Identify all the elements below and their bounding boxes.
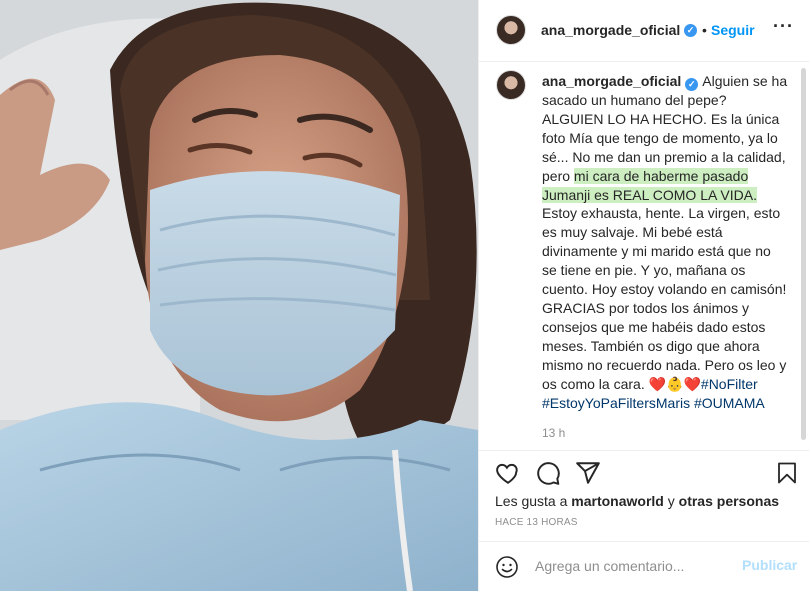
avatar[interactable] — [496, 15, 526, 45]
post-actions: Les gusta a martonaworld y otras persona… — [479, 450, 809, 590]
caption-highlight: mi cara de haberme pasado Jumanji es REA… — [542, 167, 757, 203]
heart-baby-emoji: ❤️👶❤️ — [648, 375, 701, 392]
caption-text: ana_morgade_oficial ✓ Alguien se ha sacado… — [542, 72, 788, 412]
bookmark-icon[interactable] — [775, 460, 799, 486]
comment-icon[interactable] — [535, 460, 561, 486]
verified-badge-icon: ✓ — [685, 78, 699, 91]
likes-others-link[interactable]: otras personas — [679, 493, 779, 509]
caption-timestamp[interactable]: 13 h — [542, 426, 565, 440]
separator-dot: • — [702, 22, 707, 38]
emoji-icon[interactable] — [495, 555, 519, 579]
more-options-icon[interactable]: ··· — [773, 16, 794, 37]
caption-area: ana_morgade_oficial ✓ Alguien se ha sacado… — [479, 62, 809, 450]
likes-mid: y — [663, 493, 679, 509]
header-username[interactable]: ana_morgade_oficial — [541, 22, 680, 38]
post-date[interactable]: HACE 13 HORAS — [495, 517, 578, 528]
comment-row: Publicar — [479, 541, 809, 591]
post-panel: ana_morgade_oficial ✓ • Seguir ··· ana_m… — [478, 0, 809, 591]
verified-badge-icon: ✓ — [684, 24, 697, 37]
hashtag-link[interactable]: #NoFilter — [701, 376, 758, 392]
caption-body-2: Estoy exhausta, hente. La virgen, esto e… — [542, 205, 787, 392]
post-header: ana_morgade_oficial ✓ • Seguir ··· — [479, 0, 809, 62]
publish-button[interactable]: Publicar — [742, 557, 797, 573]
likes-summary: Les gusta a martonaworld y otras persona… — [495, 493, 779, 509]
caption-username[interactable]: ana_morgade_oficial — [542, 73, 681, 89]
hashtag-link[interactable]: #EstoyYoPaFiltersMaris — [542, 395, 690, 411]
likes-user-link[interactable]: martonaworld — [571, 493, 664, 509]
post-photo[interactable] — [0, 0, 478, 591]
scrollbar[interactable] — [801, 68, 806, 440]
caption-avatar[interactable] — [496, 70, 526, 100]
photo-illustration — [0, 0, 478, 591]
hashtag-link[interactable]: #OUMAMA — [694, 395, 765, 411]
follow-button[interactable]: Seguir — [711, 22, 755, 38]
comment-input[interactable] — [535, 556, 735, 576]
likes-prefix: Les gusta a — [495, 493, 572, 509]
heart-icon[interactable] — [495, 460, 521, 486]
share-icon[interactable] — [575, 460, 601, 486]
